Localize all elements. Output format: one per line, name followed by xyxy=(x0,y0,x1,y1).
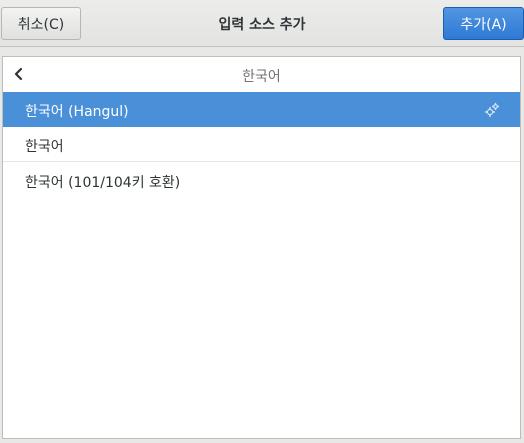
back-navigation-row[interactable]: 한국어 xyxy=(3,57,520,92)
list-item-korean-101-104[interactable]: 한국어 (101/104키 호환) xyxy=(3,163,520,198)
list-item-label: 한국어 (101/104키 호환) xyxy=(25,175,181,191)
list-item-hangul[interactable]: 한국어 (Hangul) xyxy=(3,92,520,127)
language-heading: 한국어 xyxy=(242,69,281,85)
add-input-source-dialog: 취소(C) 입력 소스 추가 추가(A) 한국어 한국어 (Hangul) 한국… xyxy=(0,0,524,443)
list-item-label: 한국어 xyxy=(25,139,64,155)
add-button[interactable]: 추가(A) xyxy=(443,7,524,40)
list-item-korean[interactable]: 한국어 xyxy=(3,127,520,162)
list-item-label: 한국어 (Hangul) xyxy=(25,104,129,120)
gear-icon[interactable] xyxy=(484,102,500,118)
header-bar: 취소(C) 입력 소스 추가 추가(A) xyxy=(0,0,524,47)
input-source-list-panel: 한국어 한국어 (Hangul) 한국어 한국어 (101/104키 호환) xyxy=(2,56,521,439)
